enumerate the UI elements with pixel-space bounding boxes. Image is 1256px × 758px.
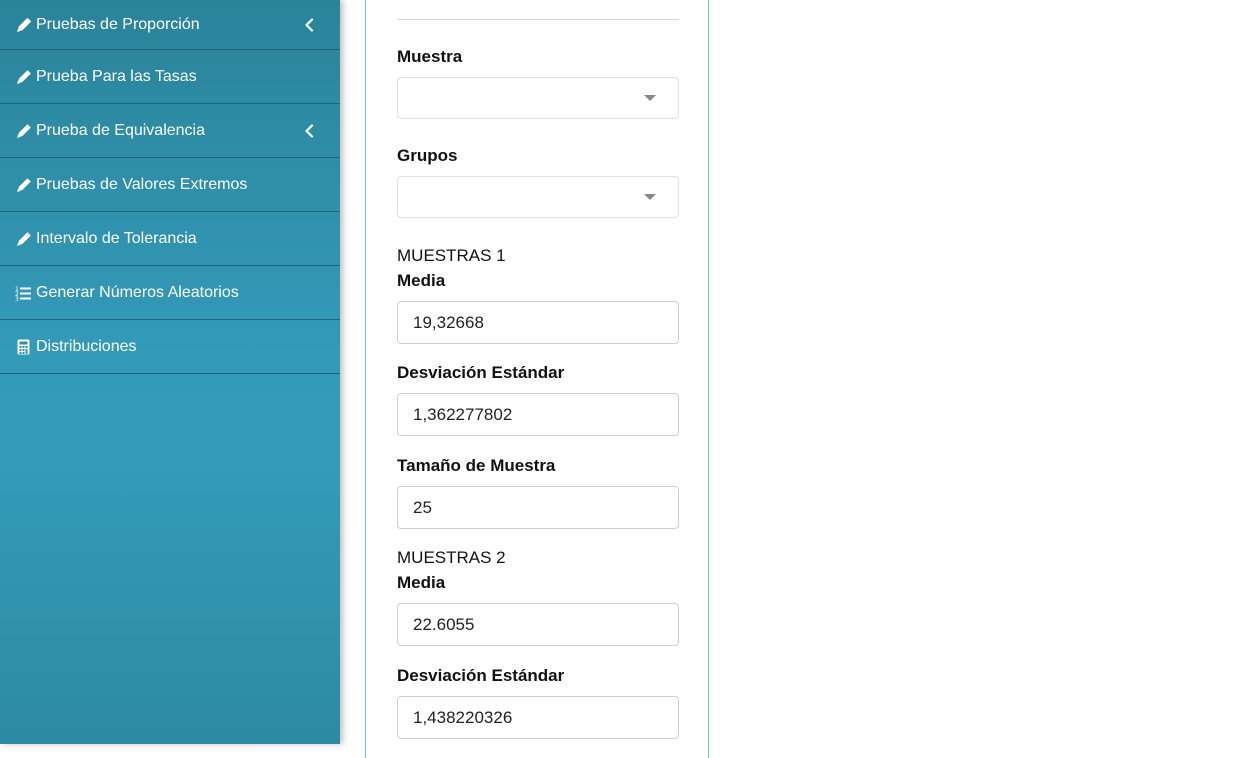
pencil-icon	[15, 16, 32, 33]
desviacion-1-label: Desviación Estándar	[397, 363, 565, 382]
main-content: Muestra Grupos MUESTRAS 1 Media Desviaci…	[340, 0, 1256, 758]
svg-text:3: 3	[15, 296, 19, 301]
chevron-left-icon[interactable]	[304, 17, 314, 32]
sidebar-item-label: Prueba de Equivalencia	[36, 121, 206, 139]
caret-down-icon	[644, 194, 656, 200]
pencil-icon	[15, 122, 32, 139]
caret-down-icon	[644, 95, 656, 101]
sidebar-item-valores-extremos[interactable]: Pruebas de Valores Extremos	[0, 158, 340, 212]
sidebar-item-label: Intervalo de Tolerancia	[36, 229, 197, 247]
sidebar-item-label: Prueba Para las Tasas	[36, 67, 197, 85]
desviacion-1-input[interactable]	[397, 393, 679, 436]
media-1-input[interactable]	[397, 301, 679, 344]
sidebar-item-label: Distribuciones	[36, 337, 137, 355]
sidebar-item-label: Pruebas de Proporción	[36, 15, 200, 33]
media-2-input[interactable]	[397, 603, 679, 646]
divider	[397, 19, 679, 20]
sidebar-item-numeros-aleatorios[interactable]: 123 Generar Números Aleatorios	[0, 266, 340, 320]
muestras-2-heading: MUESTRAS 2	[397, 548, 506, 567]
sidebar-item-intervalo-tolerancia[interactable]: Intervalo de Tolerancia	[0, 212, 340, 266]
chevron-left-icon[interactable]	[304, 123, 314, 138]
form-card: Muestra Grupos MUESTRAS 1 Media Desviaci…	[365, 0, 709, 758]
tamano-muestra-input[interactable]	[397, 486, 679, 529]
sidebar-item-distribuciones[interactable]: Distribuciones	[0, 320, 340, 374]
muestra-label: Muestra	[397, 47, 463, 66]
sidebar-item-prueba-tasas[interactable]: Prueba Para las Tasas	[0, 50, 340, 104]
list-ol-icon: 123	[15, 284, 32, 301]
pencil-icon	[15, 230, 32, 247]
muestras-1-heading: MUESTRAS 1	[397, 246, 506, 265]
pencil-icon	[15, 176, 32, 193]
tamano-muestra-label: Tamaño de Muestra	[397, 456, 556, 475]
pencil-icon	[15, 68, 32, 85]
grupos-label: Grupos	[397, 146, 458, 165]
grupos-select[interactable]	[397, 176, 679, 218]
sidebar-item-prueba-equivalencia[interactable]: Prueba de Equivalencia	[0, 104, 340, 158]
desviacion-2-label: Desviación Estándar	[397, 666, 565, 685]
calculator-icon	[15, 338, 32, 355]
sidebar-item-label: Pruebas de Valores Extremos	[36, 175, 248, 193]
desviacion-2-input[interactable]	[397, 696, 679, 739]
sidebar-item-label: Generar Números Aleatorios	[36, 283, 239, 301]
muestra-select[interactable]	[397, 77, 679, 119]
sidebar: Pruebas de Proporción Prueba Para las Ta…	[0, 0, 340, 744]
media-2-label: Media	[397, 573, 446, 592]
sidebar-item-pruebas-proporcion[interactable]: Pruebas de Proporción	[0, 0, 340, 50]
media-1-label: Media	[397, 271, 446, 290]
